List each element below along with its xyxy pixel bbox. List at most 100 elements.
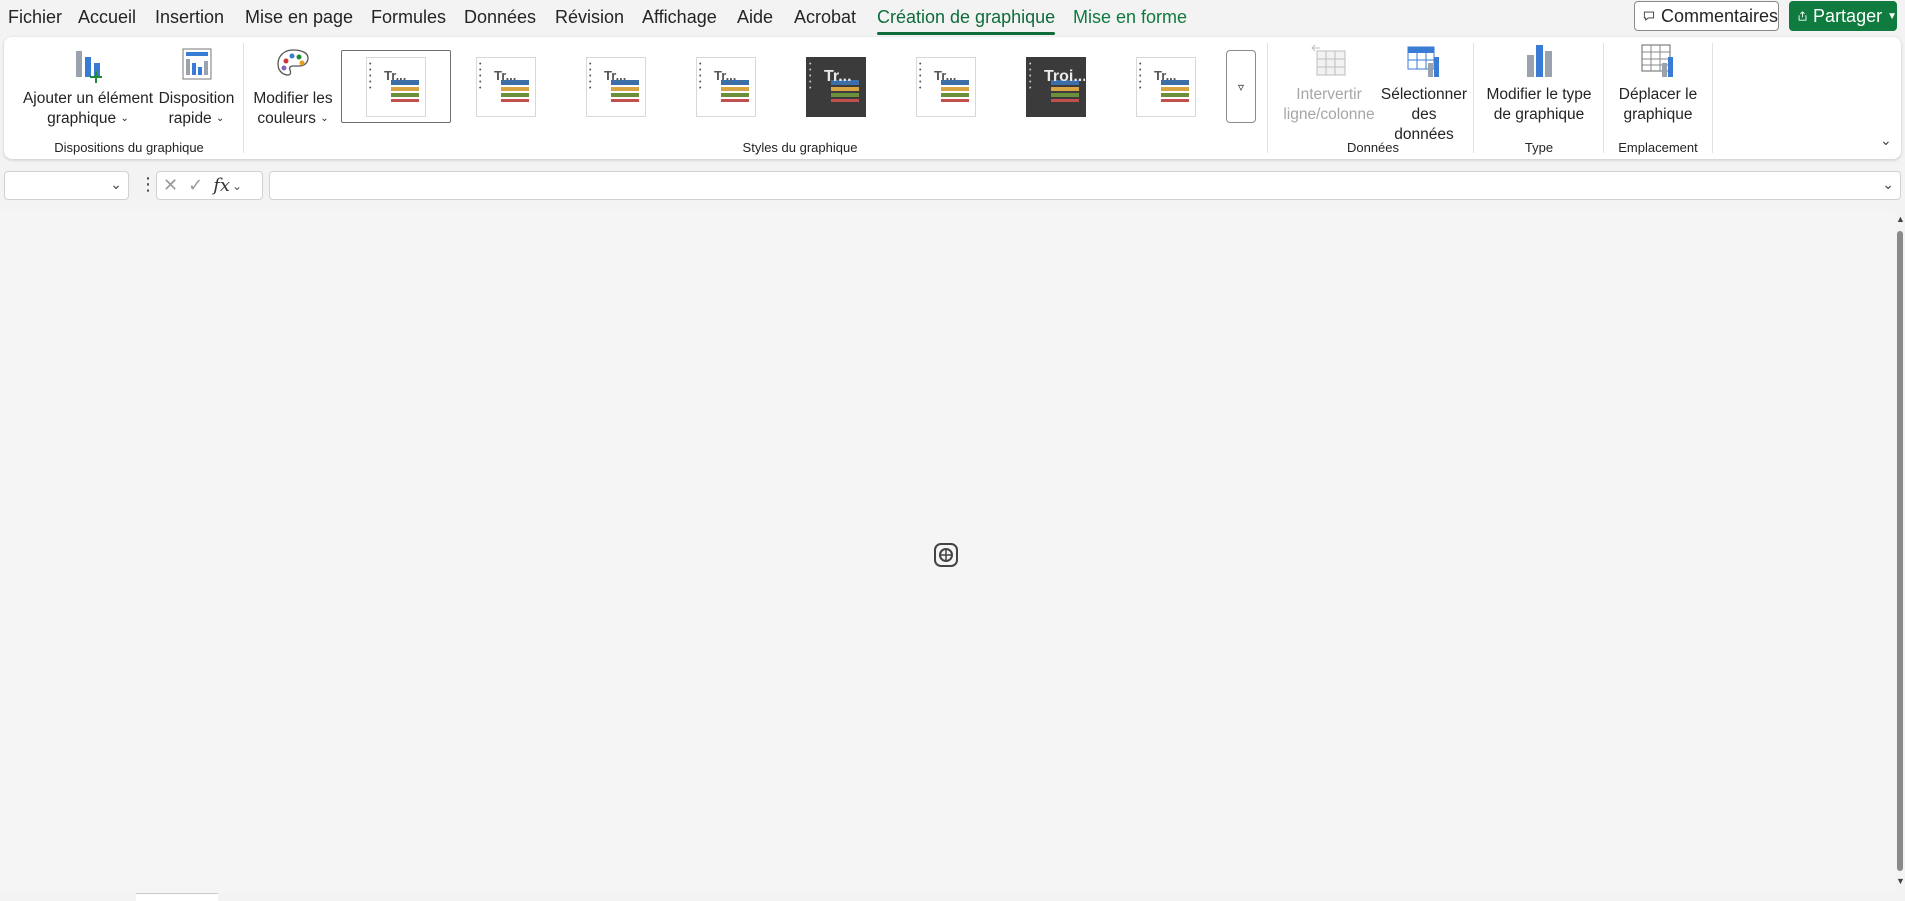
expand-formula-bar-icon[interactable]: ⌄ (1882, 176, 1894, 193)
change-chart-type-label-2: de graphique (1493, 106, 1585, 123)
preview-bar (391, 98, 419, 102)
move-chart-label-2: graphique (1623, 106, 1693, 123)
chart-style-thumbnail[interactable]: • • • • • Tr... (671, 50, 781, 123)
preview-axis: • • • • • (1029, 60, 1032, 92)
group-label-layouts: Dispositions du graphique (54, 140, 204, 155)
change-colors-label-2: couleurs (257, 110, 316, 128)
name-box[interactable]: ⌄ (4, 171, 129, 200)
chart-style-thumbnail[interactable]: • • • • • Tr... (891, 50, 1001, 123)
preview-bar (501, 86, 529, 91)
insert-function-button[interactable]: fx (213, 175, 230, 196)
chart-style-preview: • • • • • Troi... (1026, 56, 1086, 117)
group-separator (243, 43, 244, 153)
vertical-scrollbar[interactable]: ▲ ▼ (1895, 214, 1905, 886)
chart-style-thumbnail[interactable]: • • • • • Tr... (1111, 50, 1221, 123)
tab-revision[interactable]: Révision (555, 7, 624, 33)
palette-icon (277, 49, 309, 76)
gallery-more-button[interactable]: ▿ (1226, 50, 1256, 123)
scrollbar-thumb[interactable] (1897, 231, 1903, 871)
chart-styles-gallery: • • • • • Tr... • • • • • Tr... • • • • • Tr... • • • • • Tr...… (341, 50, 1259, 123)
group-separator (1267, 43, 1268, 153)
change-chart-type-button[interactable]: Modifier le type de graphique (1480, 41, 1598, 125)
share-button[interactable]: Partager ▼ (1789, 1, 1897, 31)
chart-style-title: Tr... (824, 67, 852, 85)
chart-style-thumbnail[interactable]: • • • • • Tr... (561, 50, 671, 123)
preview-bar (1051, 86, 1079, 91)
preview-bar (391, 86, 419, 91)
preview-bar (501, 98, 529, 102)
switch-row-column-button[interactable]: Intervertir ligne/colonne (1276, 41, 1382, 125)
group-label-type: Type (1524, 140, 1554, 155)
scroll-down-icon[interactable]: ▼ (1896, 876, 1905, 886)
preview-bar (501, 92, 529, 97)
chevron-down-icon: ▼ (1887, 10, 1897, 22)
change-colors-label-1: Modifier les (253, 90, 333, 107)
gallery-expand-icon: ▿ (1237, 79, 1245, 94)
chart-style-title: Tr... (604, 67, 627, 83)
preview-bar (941, 98, 969, 102)
tab-insertion[interactable]: Insertion (155, 7, 224, 33)
preview-bar (831, 98, 859, 102)
switch-row-column-label-1: Intervertir (1296, 86, 1362, 103)
preview-bar (721, 92, 749, 97)
tab-formules[interactable]: Formules (371, 7, 446, 33)
change-chart-type-label-1: Modifier le type (1486, 86, 1592, 103)
share-label: Partager (1813, 5, 1883, 26)
tab-mise-en-page[interactable]: Mise en page (245, 7, 353, 33)
chart-style-thumbnail[interactable]: • • • • • Troi... (1001, 50, 1111, 123)
tab-acrobat[interactable]: Acrobat (794, 7, 856, 33)
preview-bar (611, 92, 639, 97)
cancel-icon[interactable]: ✕ (163, 175, 178, 196)
preview-bar (831, 92, 859, 97)
group-separator (1712, 43, 1713, 153)
comments-button[interactable]: Commentaires (1634, 1, 1779, 31)
change-colors-button[interactable]: Modifier les couleurs ⌄ (249, 45, 337, 129)
change-chart-type-icon (1527, 45, 1552, 77)
formula-input[interactable]: ⌄ (269, 171, 1901, 200)
preview-axis: • • • • • (1139, 60, 1142, 92)
tab-donnees[interactable]: Données (464, 7, 536, 33)
tab-creation-de-graphique[interactable]: Création de graphique (877, 7, 1056, 35)
menu-bar: Fichier Accueil Insertion Mise en page F… (0, 0, 1905, 36)
preview-axis: • • • • • (809, 60, 812, 92)
chevron-down-icon[interactable]: ⌄ (232, 179, 242, 193)
group-separator (1603, 43, 1604, 153)
preview-bar (391, 92, 419, 97)
select-data-label-1: Sélectionner (1380, 86, 1468, 103)
chart-style-title: Tr... (384, 67, 407, 83)
scroll-up-icon[interactable]: ▲ (1896, 214, 1905, 224)
quick-layout-button[interactable]: Disposition rapide ⌄ (154, 45, 239, 129)
preview-bar (1161, 92, 1189, 97)
more-options-icon[interactable]: ⋮ (139, 174, 157, 195)
chart-style-thumbnail[interactable]: • • • • • Tr... (341, 50, 451, 123)
select-data-label-2: des données (1394, 106, 1454, 143)
chart-style-preview: • • • • • Tr... (366, 56, 426, 117)
tab-accueil[interactable]: Accueil (78, 7, 136, 33)
chart-style-thumbnail[interactable]: • • • • • Tr... (781, 50, 891, 123)
preview-axis: • • • • • (369, 60, 372, 92)
select-data-icon (1407, 46, 1439, 77)
chevron-down-icon[interactable]: ⌄ (110, 176, 122, 193)
switch-row-column-icon (1311, 44, 1346, 76)
tab-fichier[interactable]: Fichier (8, 7, 62, 33)
comments-label: Commentaires (1660, 5, 1778, 26)
preview-axis: • • • • • (699, 60, 702, 92)
preview-axis: • • • • • (919, 60, 922, 92)
ribbon-collapse-icon[interactable]: ⌄ (1880, 132, 1892, 149)
confirm-icon[interactable]: ✓ (188, 175, 203, 196)
tab-mise-en-forme[interactable]: Mise en forme (1073, 7, 1187, 33)
select-data-button[interactable]: Sélectionner des données (1380, 41, 1468, 145)
group-separator (1473, 43, 1474, 153)
preview-bar (611, 86, 639, 91)
move-chart-button[interactable]: Déplacer le graphique (1608, 41, 1708, 125)
chart-style-title: Troi... (1044, 67, 1086, 85)
tab-aide[interactable]: Aide (737, 7, 773, 33)
sheet-tab[interactable] (136, 893, 218, 901)
tab-affichage[interactable]: Affichage (642, 7, 717, 33)
share-icon (1798, 11, 1807, 21)
loading-icon (934, 543, 958, 567)
chart-style-thumbnail[interactable]: • • • • • Tr... (451, 50, 561, 123)
preview-bar (721, 86, 749, 91)
add-chart-element-button[interactable]: Ajouter un élément graphique ⌄ (18, 45, 158, 129)
chart-style-title: Tr... (714, 67, 737, 83)
